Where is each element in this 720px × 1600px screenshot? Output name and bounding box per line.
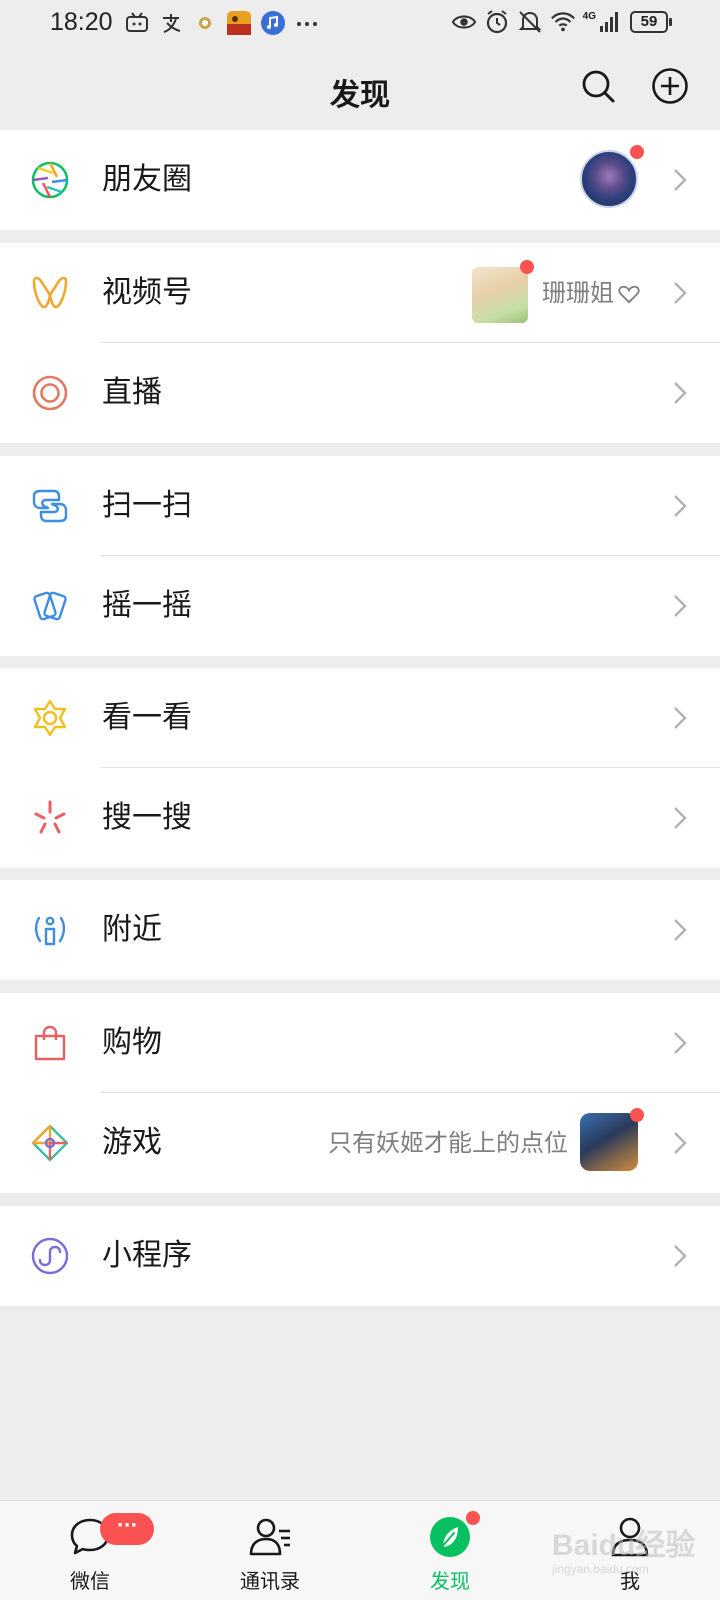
bilibili-icon [126,12,148,32]
music-icon [261,11,285,35]
menu-item-moments[interactable]: 朋友圈 [0,130,720,230]
status-bar: 18:20 4G 59 [0,0,720,48]
more-dots-icon [297,22,317,26]
shake-icon [33,591,67,621]
menu-item-top-stories[interactable]: 看一看 [0,668,720,768]
shopping-bag-icon [34,1025,66,1061]
group-moments: 朋友圈 [0,130,720,230]
chevron-right-icon [674,919,687,941]
notification-icons [124,10,320,36]
network-label: 4G [582,10,596,22]
chevron-right-icon [674,1245,687,1267]
menu-item-label: 摇一摇 [102,588,192,623]
discover-red-dot [466,1511,480,1525]
watermark-url: jingyan.baidu.com [552,1562,649,1576]
search-icon[interactable] [578,66,618,106]
chevron-right-icon [674,1032,687,1054]
tab-discover[interactable]: 发现 [360,1501,540,1600]
wifi-icon [550,12,575,32]
add-circle-icon[interactable] [650,66,690,106]
games-promo-text: 只有妖姬才能上的点位 [328,1129,568,1157]
live-icon [32,375,68,411]
moments-aperture-icon [31,161,69,199]
moments-avatar [580,150,638,208]
menu-item-label: 小程序 [102,1238,192,1273]
game-app-icon [227,11,251,35]
status-time: 18:20 [50,8,113,36]
menu-item-channels[interactable]: 视频号 珊珊姐 [0,243,720,343]
mini-programs-icon [31,1237,69,1275]
games-icon [31,1124,69,1162]
chevron-right-icon [674,595,687,617]
menu-item-scan[interactable]: 扫一扫 [0,456,720,556]
group-mini-programs: 小程序 [0,1206,720,1306]
channels-thumbnail [472,267,528,323]
mute-icon [518,11,542,33]
menu-item-shopping[interactable]: 购物 [0,993,720,1093]
menu-item-label: 直播 [102,375,162,410]
menu-item-games[interactable]: 游戏 只有妖姬才能上的点位 [0,1093,720,1193]
eye-icon [451,15,477,29]
group-tools: 扫一扫 摇一摇 [0,456,720,656]
menu-item-live[interactable]: 直播 [0,343,720,443]
channels-red-dot [520,260,534,274]
chevron-right-icon [674,1132,687,1154]
menu-item-label: 扫一扫 [102,488,192,523]
chevron-right-icon [674,282,687,304]
group-content: 看一看 搜一搜 [0,668,720,868]
moments-red-dot [630,145,644,159]
group-channels: 视频号 珊珊姐 直播 [0,243,720,443]
chevron-right-icon [674,807,687,829]
menu-item-nearby[interactable]: 附近 [0,880,720,980]
chevron-right-icon [674,707,687,729]
battery-indicator: 59 [630,11,672,33]
channels-icon [32,276,68,309]
tab-label: 微信 [70,1569,110,1593]
small-app-icon [199,17,211,29]
games-red-dot [630,1108,644,1122]
menu-item-mini-programs[interactable]: 小程序 [0,1206,720,1306]
tab-chats[interactable]: ··· 微信 [0,1501,180,1600]
group-shop-games: 购物 游戏 只有妖姬才能上的点位 [0,993,720,1193]
system-icons: 4G 59 [451,8,672,36]
nearby-icon [34,916,66,946]
chevron-right-icon [674,495,687,517]
chevron-right-icon [674,382,687,404]
menu-item-label: 视频号 [102,275,192,310]
channels-author: 珊珊姐 [542,279,614,307]
header: 发现 [0,48,720,130]
heart-icon [618,285,640,304]
unread-badge: ··· [100,1513,154,1545]
top-stories-icon [33,699,67,737]
menu-item-shake[interactable]: 摇一摇 [0,556,720,656]
baidu-watermark: Baidu经验 jingyan.baidu.com [548,1506,708,1596]
menu-item-label: 购物 [102,1025,162,1060]
signal-4g-icon [600,12,618,32]
contacts-icon [249,1518,290,1556]
menu-item-label: 朋友圈 [102,162,192,197]
chevron-right-icon [674,169,687,191]
games-thumbnail [580,1113,638,1171]
tab-contacts[interactable]: 通讯录 [180,1501,360,1600]
menu-item-label: 附近 [102,912,162,947]
menu-item-label: 看一看 [102,700,192,735]
menu-item-label: 游戏 [102,1125,162,1160]
alarm-icon [486,10,507,34]
scan-icon [32,489,68,523]
tab-label: 通讯录 [240,1569,300,1593]
group-nearby: 附近 [0,880,720,980]
search-spark-icon [34,800,66,834]
menu-item-label: 搜一搜 [102,800,192,835]
menu-item-search[interactable]: 搜一搜 [0,768,720,868]
tab-label: 发现 [430,1569,470,1593]
watermark-text: Baidu经验 [552,1529,696,1562]
alipay-icon [163,14,181,33]
